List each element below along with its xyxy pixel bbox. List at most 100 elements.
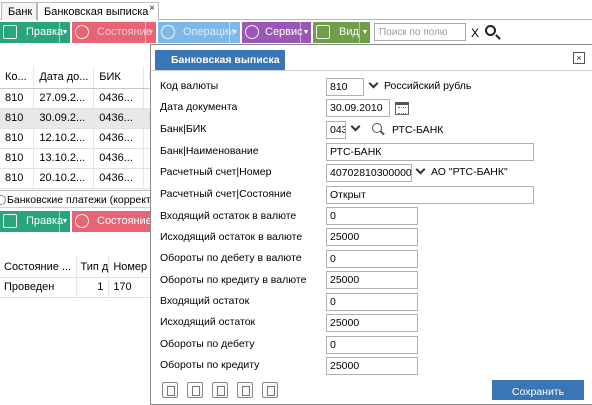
service-button[interactable]: Сервис ▼ [242,22,311,43]
search-icon[interactable] [372,123,382,133]
outgoing-label: Исходящий остаток [160,316,256,328]
chevron-down-icon[interactable] [350,121,361,132]
chevron-down-icon[interactable] [415,164,426,175]
column-header[interactable]: Состояние ... [0,257,77,278]
table-cell: 170 [108,277,155,298]
table-row[interactable]: 810 20.10.2... 0436... [0,168,160,189]
pencil-icon [3,214,17,228]
outgoing-currency-label: Исходящий остаток в валюте [160,231,303,243]
bank-bik-field[interactable]: 043 [326,121,346,139]
chevron-down-icon[interactable]: ▼ [59,22,70,43]
debit-field[interactable]: 0 [326,336,418,354]
table-cell: 12.10.2... [33,128,95,149]
state-button[interactable]: Состояние ▼ [72,22,156,43]
view-button[interactable]: Вид ▼ [313,22,370,43]
payments-edit-button[interactable]: Правка ▼ [0,211,70,232]
outgoing-currency-field[interactable]: 25000 [326,228,418,246]
refresh-icon [161,25,175,39]
payments-state-label: Состояние [97,215,152,227]
payments-panel-header: Банковские платежи (корректи [0,190,160,208]
payments-edit-label: Правка [26,215,64,227]
table-cell: 810 [0,88,35,109]
table-cell: 30.09.2... [33,108,95,129]
tab-bank[interactable]: Банк [1,2,37,20]
credit-currency-field[interactable]: 25000 [326,271,418,289]
table-row[interactable]: 810 27.09.2... 0436... [0,88,160,109]
chevron-down-icon[interactable]: ▼ [229,22,240,43]
credit-label: Обороты по кредиту [160,359,260,371]
bank-name-field[interactable]: РТС-БАНК [326,143,534,161]
service-button-label: Сервис [265,26,303,38]
column-header[interactable]: БИК [93,66,145,89]
radio-icon[interactable] [0,195,6,205]
chevron-down-icon[interactable]: ▼ [300,22,311,43]
table-row[interactable]: 810 13.10.2... 0436... [0,148,160,169]
debit-currency-field[interactable]: 0 [326,250,418,268]
save-icon[interactable] [262,382,278,398]
gear-icon [245,25,259,39]
table-cell: 0436... [93,128,145,149]
statements-table: Ко... Дата до... БИК Н 810 27.09.2... 04… [0,66,160,189]
chevron-down-icon[interactable]: ▼ [359,22,370,43]
table-cell: 0436... [93,148,145,169]
bank-statement-dialog: Банковская выписка × Код валюты 810 Росс… [150,44,592,405]
export-right-icon[interactable] [237,382,253,398]
table-row[interactable]: 810 12.10.2... 0436... [0,128,160,149]
table-cell: 810 [0,108,35,129]
account-field[interactable]: 40702810300000001057 [326,164,412,182]
close-icon[interactable]: × [573,52,585,64]
chevron-down-icon[interactable] [368,78,379,89]
currency-code-field[interactable]: 810 [326,78,364,96]
chevron-down-icon[interactable]: ▼ [145,22,156,43]
bank-name-label: Банк|Наименование [160,145,259,157]
column-header[interactable]: Ко... [0,66,35,89]
account-owner: АО "РТС-БАНК" [431,166,508,178]
table-header-row: Состояние ... Тип д Номер [0,257,155,278]
bank-bik-name: РТС-БАНК [392,124,444,136]
operations-button[interactable]: Операции ▼ [158,22,240,43]
edit-button-label: Правка [26,26,64,38]
incoming-currency-label: Входящий остаток в валюте [160,210,297,222]
incoming-field[interactable]: 0 [326,293,418,311]
check-circle-icon [75,214,89,228]
incoming-currency-field[interactable]: 0 [326,207,418,225]
tab-bank-label: Банк [8,6,33,18]
table-row[interactable]: 810 30.09.2... 0436... Р [0,108,160,129]
search-input[interactable] [374,23,466,41]
column-header[interactable]: Тип д [76,257,110,278]
payments-state-button[interactable]: Состояние [72,211,156,232]
view-icon [316,25,330,39]
calendar-icon[interactable] [395,102,409,115]
column-header[interactable]: Номер [108,257,155,278]
chevron-down-icon[interactable]: ▼ [59,211,70,232]
export-left-icon[interactable] [212,382,228,398]
operations-button-label: Операции [183,26,235,38]
edit-button[interactable]: Правка ▼ [0,22,70,43]
save-button[interactable]: Сохранить [492,380,584,400]
clear-search-button[interactable]: X [471,26,479,40]
copy-icon[interactable] [162,382,178,398]
import-icon[interactable] [187,382,203,398]
currency-name: Российский рубль [384,80,472,92]
table-row[interactable]: Проведен 1 170 [0,277,155,298]
debit-label: Обороты по дебету [160,338,255,350]
tab-close-icon[interactable]: × [149,3,155,14]
table-header-row: Ко... Дата до... БИК Н [0,66,160,89]
table-cell: 13.10.2... [33,148,95,169]
search-icon[interactable] [485,25,496,36]
account-state-label: Расчетный счет|Состояние [160,188,292,200]
tab-bank-statement[interactable]: Банковская выписка × [37,2,159,21]
credit-field[interactable]: 25000 [326,357,418,375]
table-cell: 810 [0,148,35,169]
table-cell: 810 [0,128,35,149]
tab-bar: Банк Банковская выписка × [0,0,592,21]
table-cell: 810 [0,168,35,189]
credit-currency-label: Обороты по кредиту в валюте [160,274,307,286]
doc-date-field[interactable]: 30.09.2010 [326,99,390,117]
account-label: Расчетный счет|Номер [160,166,272,178]
table-cell: 1 [76,277,110,298]
column-header[interactable]: Дата до... [33,66,95,89]
tab-bank-statement-label: Банковская выписка [44,6,149,18]
account-state-field[interactable]: Открыт [326,186,534,204]
outgoing-field[interactable]: 25000 [326,314,418,332]
